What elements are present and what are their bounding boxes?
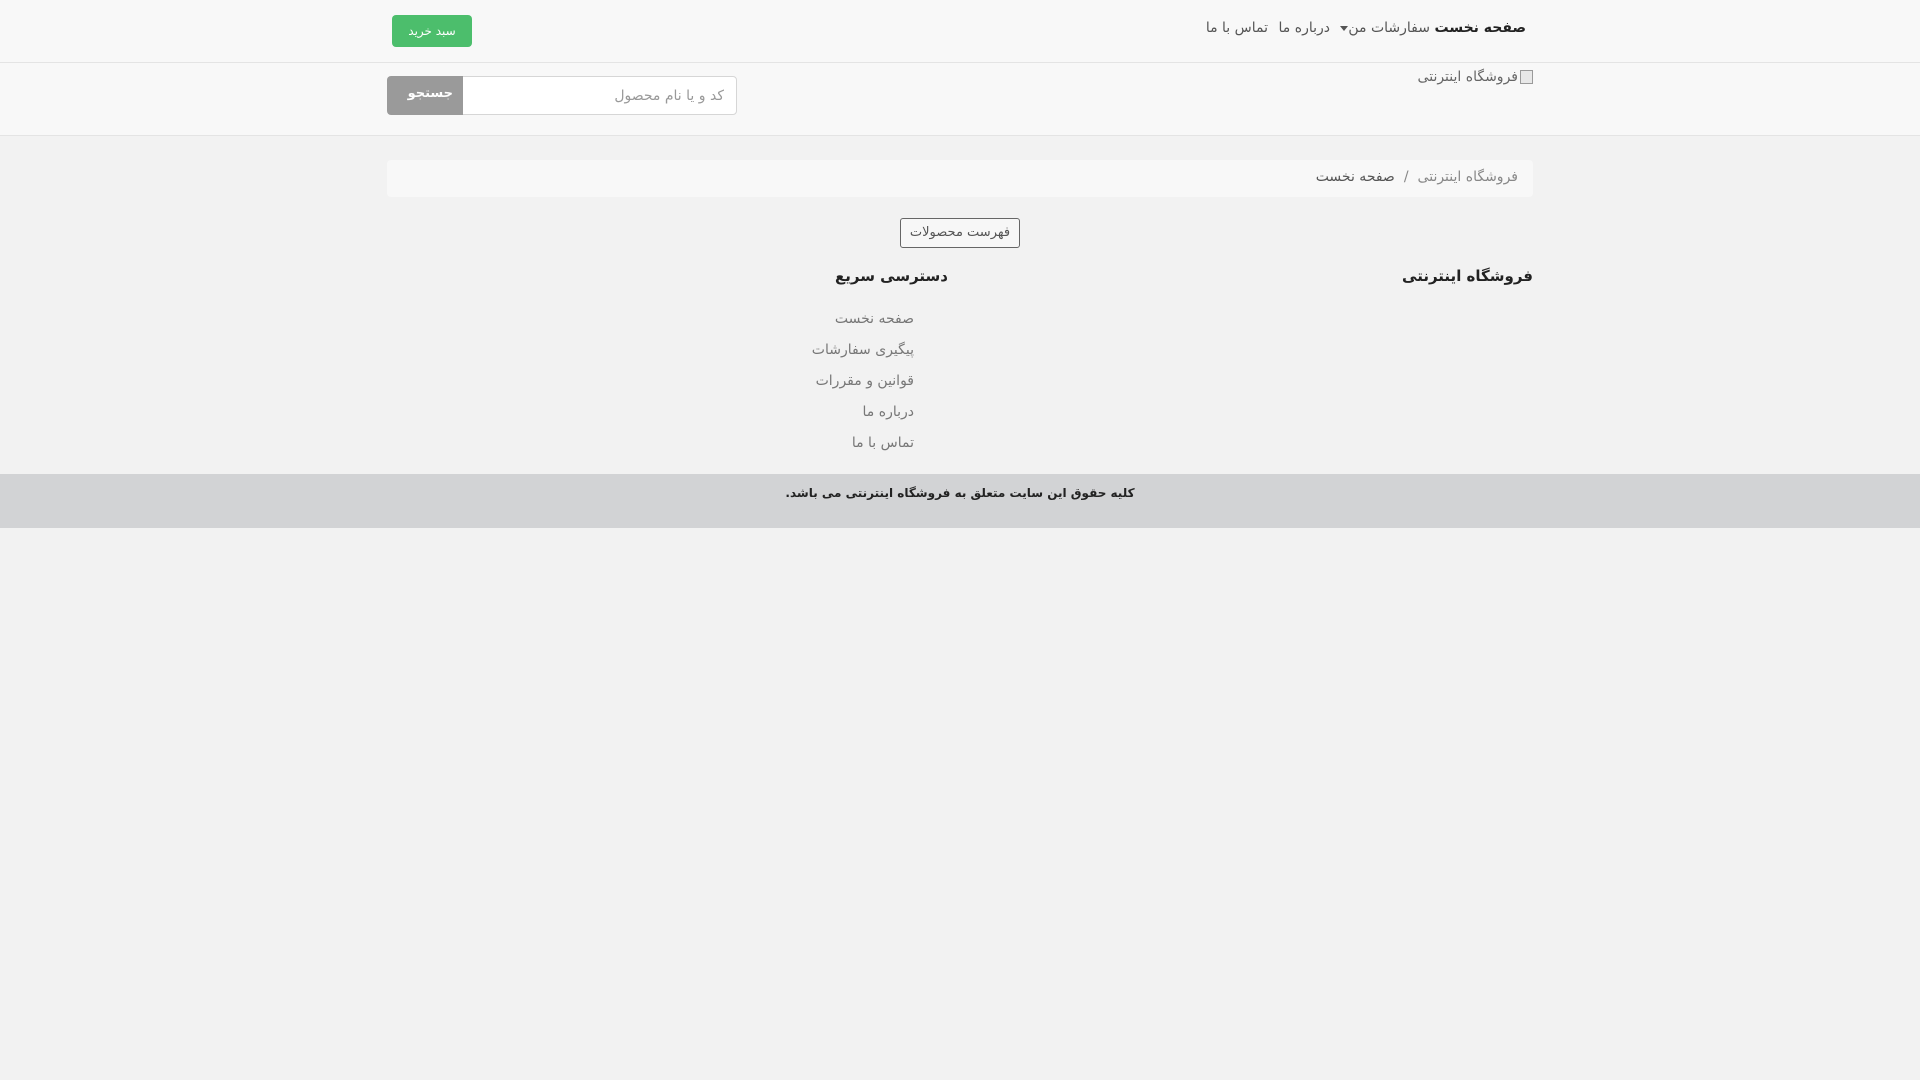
breadcrumb-item-store[interactable]: فروشگاه اینترنتی: [1418, 169, 1518, 185]
footer-link-home[interactable]: صفحه نخست: [812, 304, 914, 335]
breadcrumb: فروشگاه اینترنتی / صفحه نخست: [387, 160, 1533, 197]
search-input[interactable]: [462, 76, 737, 115]
breadcrumb-separator: /: [1403, 169, 1409, 185]
footer-link-contact[interactable]: تماس با ما: [812, 428, 914, 459]
top-navbar: صفحه نخست سفارشات من درباره ما تماس با م…: [0, 0, 1920, 63]
footer-link-about[interactable]: درباره ما: [812, 397, 914, 428]
nav-item-home[interactable]: صفحه نخست: [1435, 20, 1526, 36]
quick-links-list: صفحه نخست پیگیری سفارشات قوانین و مقررات…: [812, 304, 914, 459]
product-list-button[interactable]: فهرست محصولات: [900, 218, 1020, 248]
footer: فروشگاه اینترنتی دسترسی سریع صفحه نخست پ…: [0, 256, 1920, 474]
footer-link-terms[interactable]: قوانین و مقررات: [812, 366, 914, 397]
breadcrumb-item-home: صفحه نخست: [1315, 169, 1395, 185]
broken-image-icon: [1520, 70, 1533, 84]
copyright-bar: کلیه حقوق این سایت متعلق به فروشگاه اینت…: [0, 474, 1920, 528]
cart-button[interactable]: سبد خرید: [392, 15, 472, 47]
nav-item-my-orders[interactable]: سفارشات من: [1334, 20, 1430, 36]
nav-item-my-orders-label: سفارشات من: [1348, 20, 1430, 36]
nav-item-contact[interactable]: تماس با ما: [1206, 20, 1268, 36]
logo-alt-text: فروشگاه اینترنتی: [1417, 69, 1518, 85]
site-logo[interactable]: فروشگاه اینترنتی: [1418, 69, 1533, 85]
footer-quick-access-title: دسترسی سریع: [834, 267, 948, 285]
site-header: فروشگاه اینترنتی جستجو: [0, 63, 1920, 136]
nav-item-about[interactable]: درباره ما: [1279, 20, 1330, 36]
footer-store-title: فروشگاه اینترنتی: [1402, 267, 1533, 285]
footer-link-order-tracking[interactable]: پیگیری سفارشات: [812, 335, 914, 366]
search-button[interactable]: جستجو: [387, 76, 463, 115]
